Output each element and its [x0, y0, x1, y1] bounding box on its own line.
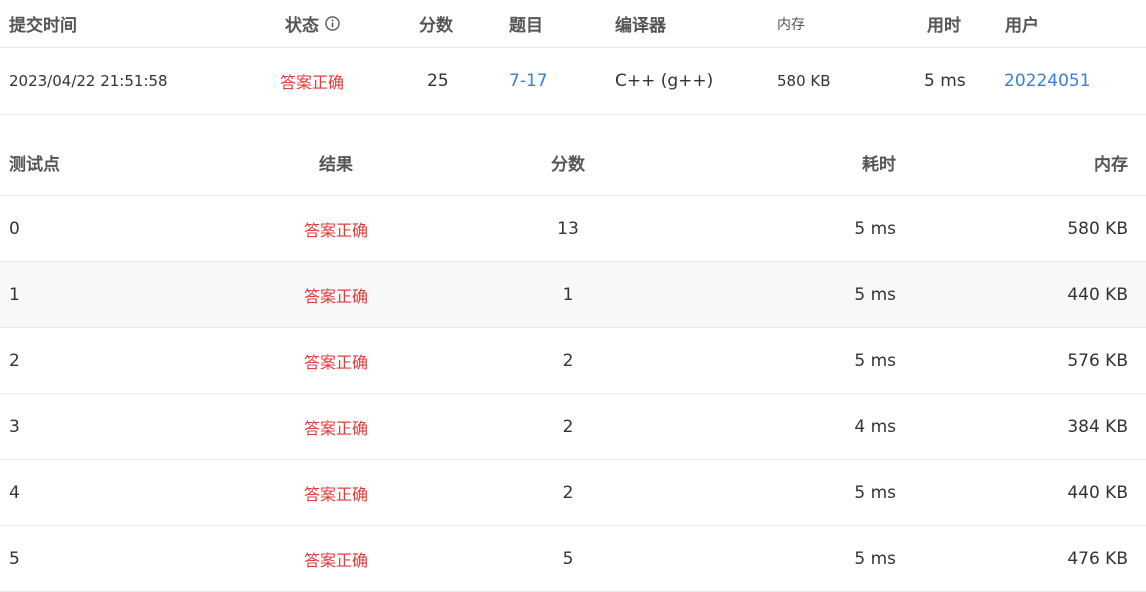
case-memory: 384 KB [1067, 416, 1128, 437]
case-score: 2 [562, 416, 574, 437]
case-id: 1 [9, 284, 20, 305]
case-result: 答案正确 [303, 352, 368, 372]
header-status: 状态 [285, 0, 340, 47]
header-problem: 题目 [509, 16, 543, 36]
user-link[interactable]: 20224051 [1004, 48, 1091, 114]
case-time: 5 ms [854, 284, 896, 305]
header-case-time: 耗时 [862, 155, 896, 175]
case-time: 5 ms [854, 482, 896, 503]
submission-duration: 5 ms [924, 71, 966, 91]
header-compiler: 编译器 [615, 16, 666, 36]
header-case: 测试点 [9, 155, 60, 175]
header-memory: 内存 [777, 16, 805, 33]
table-row: 2 答案正确 2 5 ms 576 KB [0, 328, 1146, 394]
problem-link[interactable]: 7-17 [509, 48, 548, 114]
case-id: 5 [9, 548, 20, 569]
case-memory: 580 KB [1067, 218, 1128, 239]
case-memory: 576 KB [1067, 350, 1128, 371]
case-result: 答案正确 [303, 286, 368, 306]
header-case-score: 分数 [551, 155, 585, 175]
submission-header-row: 提交时间 状态 分数 题目 编译器 内存 用时 用户 [0, 0, 1146, 48]
submit-time: 2023/04/22 21:51:58 [9, 72, 168, 90]
header-case-memory: 内存 [1094, 155, 1128, 175]
header-duration: 用时 [927, 16, 961, 36]
case-id: 0 [9, 218, 20, 239]
case-result: 答案正确 [303, 418, 368, 438]
case-time: 5 ms [854, 548, 896, 569]
case-time: 5 ms [854, 350, 896, 371]
submission-row: 2023/04/22 21:51:58 答案正确 25 7-17 C++ (g+… [0, 48, 1146, 115]
case-result: 答案正确 [303, 220, 368, 240]
case-result: 答案正确 [303, 550, 368, 570]
compiler: C++ (g++) [615, 71, 714, 91]
case-id: 4 [9, 482, 20, 503]
header-status-label: 状态 [285, 16, 319, 36]
submission-score: 25 [427, 71, 449, 91]
case-memory: 440 KB [1067, 284, 1128, 305]
case-score: 13 [557, 218, 579, 239]
case-time: 5 ms [854, 218, 896, 239]
cases-header-row: 测试点 结果 分数 耗时 内存 [0, 130, 1146, 196]
info-icon[interactable] [325, 16, 340, 31]
case-id: 3 [9, 416, 20, 437]
case-time: 4 ms [854, 416, 896, 437]
table-row: 1 答案正确 1 5 ms 440 KB [0, 262, 1146, 328]
table-row: 0 答案正确 13 5 ms 580 KB [0, 196, 1146, 262]
submission-memory: 580 KB [777, 72, 831, 90]
case-score: 2 [562, 482, 574, 503]
header-score: 分数 [419, 16, 453, 36]
header-user: 用户 [1005, 16, 1039, 36]
header-submit-time: 提交时间 [9, 16, 77, 36]
status-badge: 答案正确 [280, 73, 345, 92]
case-score: 2 [562, 350, 574, 371]
table-row: 3 答案正确 2 4 ms 384 KB [0, 394, 1146, 460]
case-result: 答案正确 [303, 484, 368, 504]
case-score: 5 [562, 548, 574, 569]
case-memory: 440 KB [1067, 482, 1128, 503]
table-row: 5 答案正确 5 5 ms 476 KB [0, 526, 1146, 592]
header-result: 结果 [319, 155, 353, 175]
case-id: 2 [9, 350, 20, 371]
table-row: 4 答案正确 2 5 ms 440 KB [0, 460, 1146, 526]
case-score: 1 [562, 284, 574, 305]
case-memory: 476 KB [1067, 548, 1128, 569]
